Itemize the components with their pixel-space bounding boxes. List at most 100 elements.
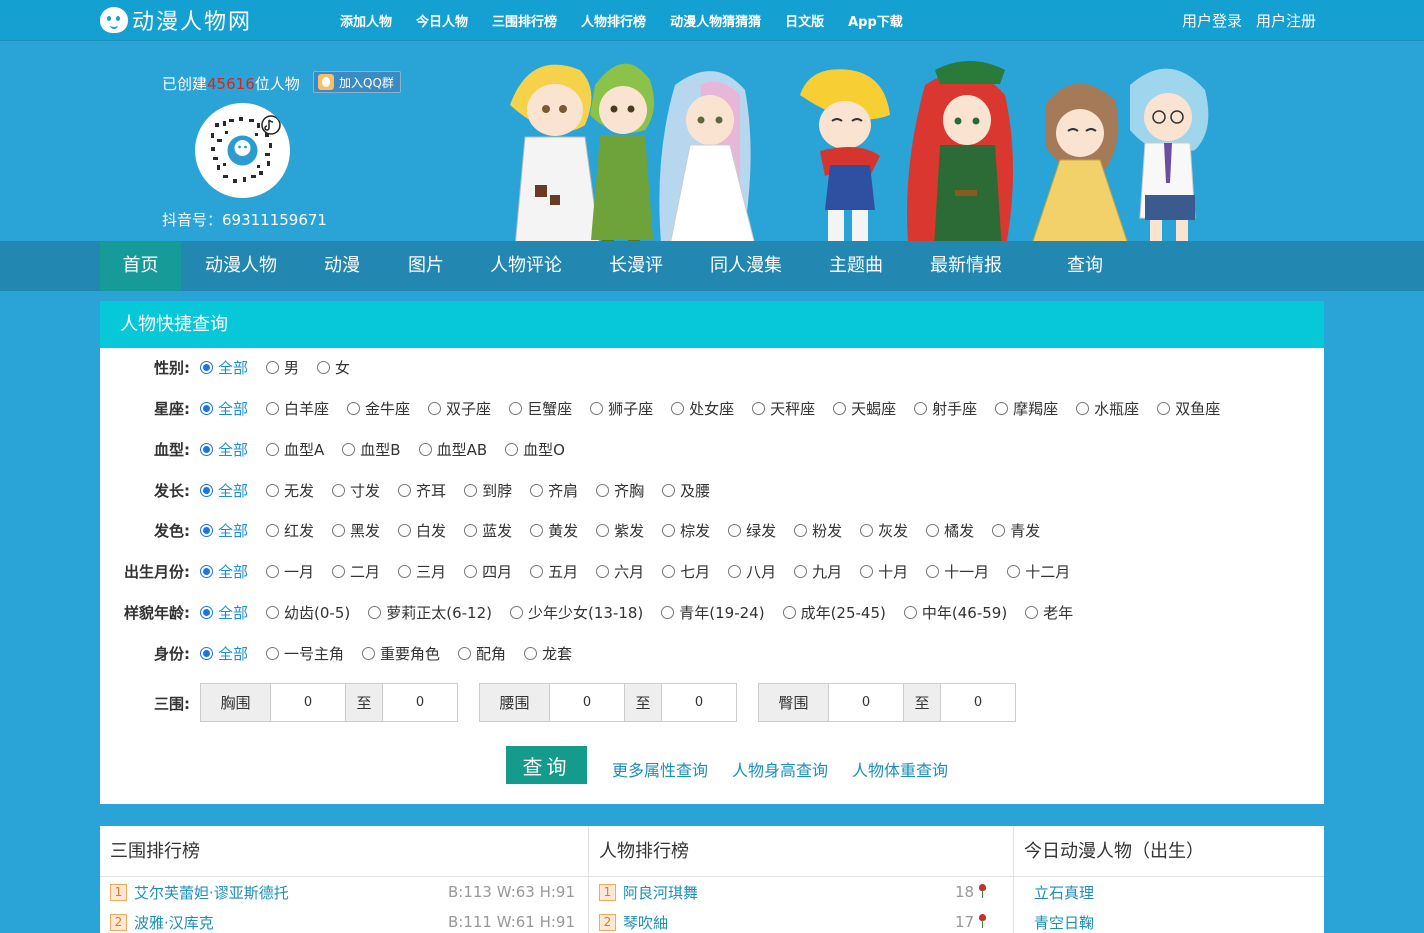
birth-month-option[interactable]: 九月 [794,561,842,582]
radio-button[interactable] [266,401,280,415]
radio-button[interactable] [509,401,523,415]
character-name[interactable]: 艾尔芙蕾妲·谬亚斯德托 [134,882,289,903]
main-nav-doujin[interactable]: 同人漫集 [700,241,792,291]
character-name[interactable]: 青空日鞠 [1034,912,1094,933]
gender-option[interactable]: 男 [266,357,299,378]
bust-max-input[interactable]: 0 [383,684,457,721]
constellation-option[interactable]: 水瓶座 [1076,398,1139,419]
radio-button[interactable] [728,564,742,578]
role-option[interactable]: 配角 [458,643,506,664]
list-item[interactable]: 青空日鞠 [1034,911,1094,933]
radio-button[interactable] [266,564,280,578]
main-nav-images[interactable]: 图片 [390,241,462,291]
radio-button[interactable] [661,605,675,619]
login-link[interactable]: 用户登录 [1182,10,1242,31]
radio-button[interactable] [992,523,1006,537]
hair-color-option[interactable]: 黑发 [332,520,380,541]
weight-search-link[interactable]: 人物体重查询 [852,757,948,781]
radio-button[interactable] [590,401,604,415]
hair-color-option[interactable]: 青发 [992,520,1040,541]
register-link[interactable]: 用户注册 [1256,10,1316,31]
character-name[interactable]: 琴吹紬 [623,912,668,933]
radio-button[interactable] [200,483,213,497]
main-nav-long-reviews[interactable]: 长漫评 [596,241,676,291]
role-option[interactable]: 重要角色 [362,643,440,664]
radio-button[interactable] [1025,605,1039,619]
role-option[interactable]: 龙套 [524,643,572,664]
hair-color-option[interactable]: 灰发 [860,520,908,541]
list-item[interactable]: 立石真理 [1034,881,1094,903]
list-item[interactable]: 2 琴吹紬 [599,911,668,933]
top-nav-guess-game[interactable]: 动漫人物猜猜猜 [670,11,761,30]
radio-button[interactable] [200,605,213,619]
radio-button[interactable] [342,442,356,456]
constellation-option[interactable]: 天蝎座 [833,398,896,419]
birth-month-option[interactable]: 十一月 [926,561,989,582]
radio-button[interactable] [596,564,610,578]
role-option[interactable]: 全部 [200,643,248,664]
radio-button[interactable] [317,360,331,374]
main-nav-theme-songs[interactable]: 主题曲 [816,241,896,291]
hair-color-option[interactable]: 紫发 [596,520,644,541]
top-nav-app-download[interactable]: App下载 [848,11,903,30]
radio-button[interactable] [458,646,472,660]
birth-month-option[interactable]: 全部 [200,561,248,582]
apparent-age-option[interactable]: 少年少女(13-18) [509,602,643,623]
radio-button[interactable] [200,442,213,456]
character-name[interactable]: 阿良河琪舞 [623,882,698,903]
radio-button[interactable] [1157,401,1171,415]
constellation-option[interactable]: 狮子座 [590,398,653,419]
birth-month-option[interactable]: 八月 [728,561,776,582]
birth-month-option[interactable]: 六月 [596,561,644,582]
site-logo[interactable]: 动漫人物网 [100,5,252,35]
main-nav-anime[interactable]: 动漫 [306,241,378,291]
radio-button[interactable] [728,523,742,537]
main-nav-anime-characters[interactable]: 动漫人物 [190,241,292,291]
radio-button[interactable] [926,564,940,578]
more-attributes-link[interactable]: 更多属性查询 [612,757,708,781]
apparent-age-option[interactable]: 青年(19-24) [661,602,765,623]
radio-button[interactable] [332,564,346,578]
birth-month-option[interactable]: 五月 [530,561,578,582]
hair-color-option[interactable]: 橘发 [926,520,974,541]
blood-type-option[interactable]: 血型A [266,439,324,460]
main-nav-latest-news[interactable]: 最新情报 [920,241,1012,291]
radio-button[interactable] [1007,564,1021,578]
radio-button[interactable] [200,360,213,374]
hair-length-option[interactable]: 无发 [266,480,314,501]
radio-button[interactable] [362,646,376,660]
radio-button[interactable] [200,564,213,578]
list-item[interactable]: 1 艾尔芙蕾妲·谬亚斯德托 [110,881,289,903]
hair-color-option[interactable]: 棕发 [662,520,710,541]
top-nav-today-person[interactable]: 今日人物 [416,11,468,30]
waist-max-input[interactable]: 0 [662,684,736,721]
birth-month-option[interactable]: 三月 [398,561,446,582]
radio-button[interactable] [200,523,213,537]
radio-button[interactable] [428,401,442,415]
birth-month-option[interactable]: 七月 [662,561,710,582]
radio-button[interactable] [860,523,874,537]
hair-length-option[interactable]: 全部 [200,480,248,501]
radio-button[interactable] [860,564,874,578]
radio-button[interactable] [266,605,280,619]
main-nav-character-reviews[interactable]: 人物评论 [478,241,574,291]
radio-button[interactable] [464,564,478,578]
constellation-option[interactable]: 处女座 [671,398,734,419]
radio-button[interactable] [596,523,610,537]
constellation-option[interactable]: 摩羯座 [995,398,1058,419]
birth-month-option[interactable]: 十月 [860,561,908,582]
radio-button[interactable] [464,523,478,537]
apparent-age-option[interactable]: 成年(25-45) [782,602,886,623]
radio-button[interactable] [833,401,847,415]
radio-button[interactable] [332,523,346,537]
hair-length-option[interactable]: 齐胸 [596,480,644,501]
gender-option[interactable]: 女 [317,357,350,378]
hair-color-option[interactable]: 白发 [398,520,446,541]
radio-button[interactable] [266,523,280,537]
birth-month-option[interactable]: 一月 [266,561,314,582]
list-item[interactable]: 2 波雅·汉库克 [110,911,214,933]
radio-button[interactable] [398,564,412,578]
constellation-option[interactable]: 双子座 [428,398,491,419]
hair-length-option[interactable]: 及腰 [662,480,710,501]
constellation-option[interactable]: 白羊座 [266,398,329,419]
